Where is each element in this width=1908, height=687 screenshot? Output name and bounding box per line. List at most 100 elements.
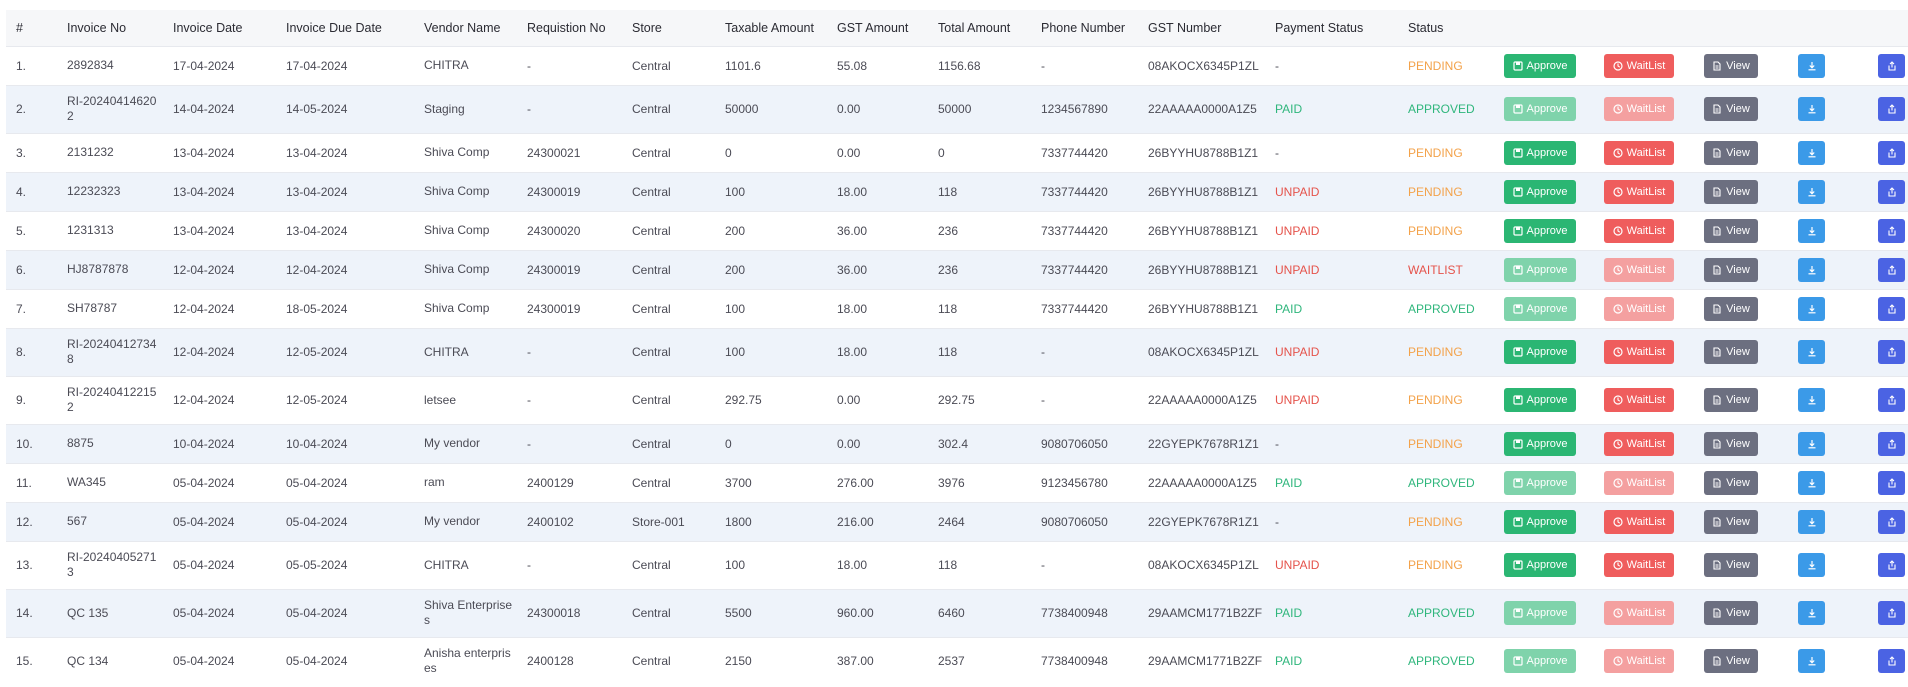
download-button[interactable] xyxy=(1798,140,1825,165)
download-button[interactable] xyxy=(1798,388,1825,412)
view-button[interactable]: View xyxy=(1704,296,1758,321)
approve-button[interactable]: Approve xyxy=(1504,388,1576,412)
upload-button[interactable] xyxy=(1878,340,1905,364)
col-header-invoice-date[interactable]: Invoice Date xyxy=(163,10,276,46)
waitlist-button-label: WaitList xyxy=(1626,302,1666,315)
upload-button[interactable] xyxy=(1878,553,1905,577)
approve-button[interactable]: Approve xyxy=(1504,470,1576,495)
approve-button[interactable]: Approve xyxy=(1504,431,1576,456)
total-amount-cell: 0 xyxy=(928,132,1031,172)
download-button[interactable] xyxy=(1798,431,1825,456)
upload-button[interactable] xyxy=(1878,431,1905,456)
waitlist-button[interactable]: WaitList xyxy=(1604,296,1674,321)
view-button[interactable]: View xyxy=(1704,509,1758,534)
download-button[interactable] xyxy=(1798,218,1825,243)
col-header-total-amount[interactable]: Total Amount xyxy=(928,10,1031,46)
clock-icon xyxy=(1613,656,1623,666)
waitlist-button[interactable]: WaitList xyxy=(1604,509,1674,534)
upload-button[interactable] xyxy=(1878,257,1905,282)
approve-button[interactable]: Approve xyxy=(1504,179,1576,204)
approve-button[interactable]: Approve xyxy=(1504,509,1576,534)
view-button[interactable]: View xyxy=(1704,553,1758,577)
upload-button[interactable] xyxy=(1878,140,1905,165)
waitlist-button[interactable]: WaitList xyxy=(1604,140,1674,165)
approve-cell: Approve xyxy=(1494,462,1594,502)
download-button[interactable] xyxy=(1798,53,1825,78)
approve-button[interactable]: Approve xyxy=(1504,218,1576,243)
upload-button[interactable] xyxy=(1878,649,1905,674)
taxable-amount-cell: 5500 xyxy=(715,588,827,637)
download-button[interactable] xyxy=(1798,553,1825,577)
approve-button[interactable]: Approve xyxy=(1504,140,1576,165)
waitlist-button[interactable]: WaitList xyxy=(1604,257,1674,282)
col-header-vendor-name[interactable]: Vendor Name xyxy=(414,10,517,46)
download-button[interactable] xyxy=(1798,340,1825,364)
approve-button[interactable]: Approve xyxy=(1504,340,1576,364)
col-header-invoice-no[interactable]: Invoice No xyxy=(57,10,163,46)
upload-button[interactable] xyxy=(1878,509,1905,534)
waitlist-button[interactable]: WaitList xyxy=(1604,388,1674,412)
col-header-store[interactable]: Store xyxy=(622,10,715,46)
col-header-requisition-no[interactable]: Requistion No xyxy=(517,10,622,46)
download-button[interactable] xyxy=(1798,179,1825,204)
waitlist-button[interactable]: WaitList xyxy=(1604,601,1674,625)
waitlist-button[interactable]: WaitList xyxy=(1604,179,1674,204)
download-button[interactable] xyxy=(1798,601,1825,625)
col-header-phone-number[interactable]: Phone Number xyxy=(1031,10,1138,46)
view-button[interactable]: View xyxy=(1704,388,1758,412)
waitlist-button-label: WaitList xyxy=(1626,103,1666,115)
waitlist-button[interactable]: WaitList xyxy=(1604,53,1674,78)
view-button[interactable]: View xyxy=(1704,179,1758,204)
upload-button[interactable] xyxy=(1878,470,1905,495)
col-header-status[interactable]: Status xyxy=(1398,10,1494,46)
view-button[interactable]: View xyxy=(1704,97,1758,121)
waitlist-button[interactable]: WaitList xyxy=(1604,553,1674,577)
approve-button[interactable]: Approve xyxy=(1504,97,1576,121)
view-button[interactable]: View xyxy=(1704,140,1758,165)
upload-button[interactable] xyxy=(1878,218,1905,243)
waitlist-button[interactable]: WaitList xyxy=(1604,218,1674,243)
view-button[interactable]: View xyxy=(1704,431,1758,456)
waitlist-button[interactable]: WaitList xyxy=(1604,97,1674,121)
download-button[interactable] xyxy=(1798,509,1825,534)
upload-button[interactable] xyxy=(1878,388,1905,412)
approve-button[interactable]: Approve xyxy=(1504,601,1576,625)
upload-button[interactable] xyxy=(1878,53,1905,78)
gst-number-cell: 29AAMCM1771B2ZF xyxy=(1138,588,1265,637)
view-button[interactable]: View xyxy=(1704,218,1758,243)
upload-button[interactable] xyxy=(1878,179,1905,204)
col-header-gst-amount[interactable]: GST Amount xyxy=(827,10,928,46)
download-button[interactable] xyxy=(1798,296,1825,321)
view-button[interactable]: View xyxy=(1704,649,1758,674)
waitlist-button[interactable]: WaitList xyxy=(1604,649,1674,674)
view-button[interactable]: View xyxy=(1704,470,1758,495)
view-button[interactable]: View xyxy=(1704,601,1758,625)
col-header-invoice-due-date[interactable]: Invoice Due Date xyxy=(276,10,414,46)
waitlist-button[interactable]: WaitList xyxy=(1604,431,1674,456)
col-header-gst-number[interactable]: GST Number xyxy=(1138,10,1265,46)
upload-button[interactable] xyxy=(1878,296,1905,321)
download-button[interactable] xyxy=(1798,257,1825,282)
approve-button[interactable]: Approve xyxy=(1504,257,1576,282)
view-button-label: View xyxy=(1726,607,1750,619)
waitlist-button[interactable]: WaitList xyxy=(1604,470,1674,495)
download-button[interactable] xyxy=(1798,649,1825,674)
upload-button[interactable] xyxy=(1878,601,1905,625)
view-button[interactable]: View xyxy=(1704,340,1758,364)
download-cell xyxy=(1788,501,1868,541)
view-button[interactable]: View xyxy=(1704,53,1758,78)
approve-button[interactable]: Approve xyxy=(1504,553,1576,577)
download-button[interactable] xyxy=(1798,97,1825,121)
col-header-payment-status[interactable]: Payment Status xyxy=(1265,10,1398,46)
download-button[interactable] xyxy=(1798,470,1825,495)
upload-cell xyxy=(1868,375,1908,424)
due-date-cell: 18-05-2024 xyxy=(276,288,414,328)
due-date-cell: 13-04-2024 xyxy=(276,132,414,172)
approve-button[interactable]: Approve xyxy=(1504,53,1576,78)
upload-button[interactable] xyxy=(1878,97,1905,121)
approve-button[interactable]: Approve xyxy=(1504,649,1576,674)
waitlist-button[interactable]: WaitList xyxy=(1604,340,1674,364)
approve-button[interactable]: Approve xyxy=(1504,296,1576,321)
col-header-taxable-amount[interactable]: Taxable Amount xyxy=(715,10,827,46)
view-button[interactable]: View xyxy=(1704,257,1758,282)
